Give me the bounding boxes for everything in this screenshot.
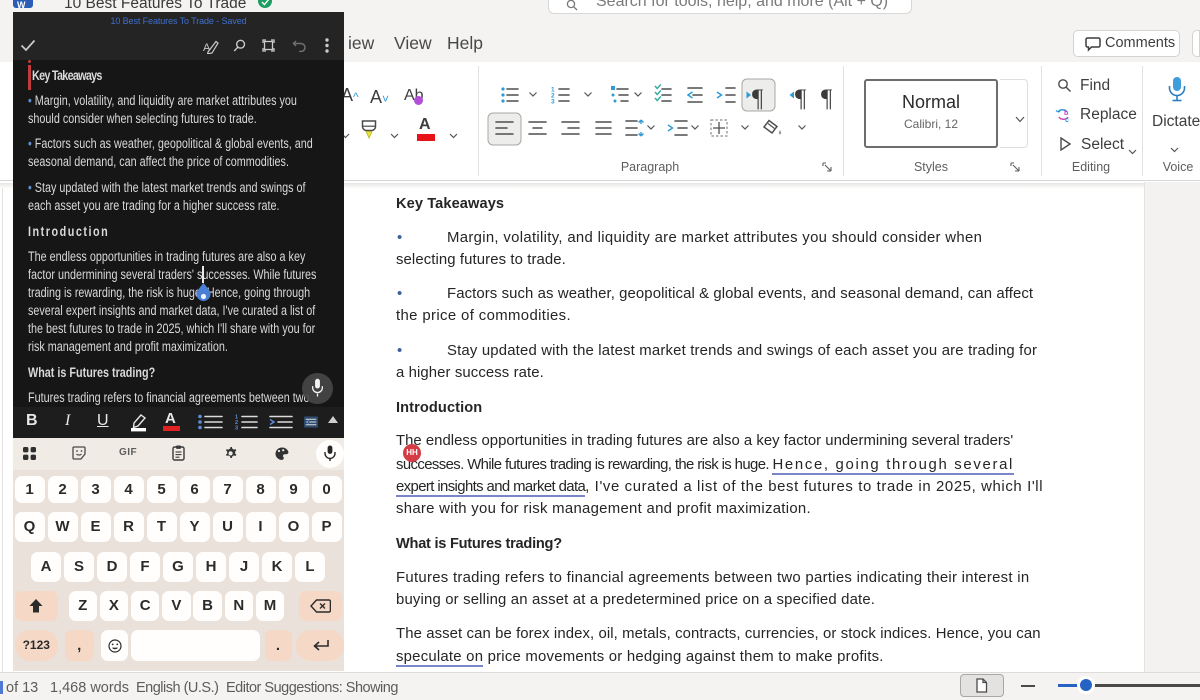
svg-text:3: 3 (551, 99, 555, 106)
svg-text:c: c (1065, 117, 1069, 123)
svg-text:b: b (1064, 110, 1068, 117)
svg-text:¶: ¶ (795, 85, 807, 112)
svg-text:¶: ¶ (821, 85, 833, 112)
svg-text:¶: ¶ (752, 85, 764, 112)
svg-text:3: 3 (235, 426, 238, 431)
